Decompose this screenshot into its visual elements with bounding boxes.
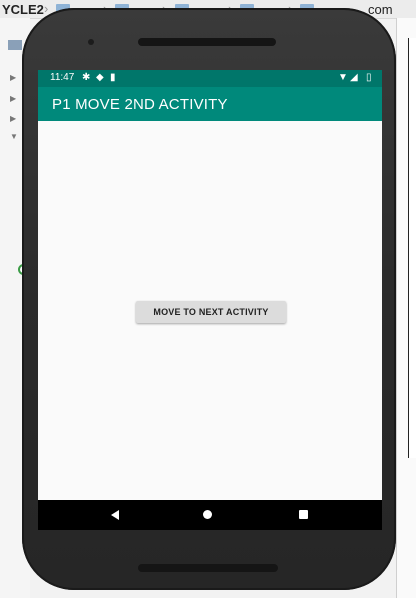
activity-content: MOVE TO NEXT ACTIVITY: [38, 121, 382, 500]
ide-editor-edge: [408, 38, 416, 458]
wifi-icon: ▼: [338, 72, 348, 83]
expand-arrow-icon[interactable]: ▶: [10, 73, 16, 82]
battery-icon: ▯: [366, 72, 372, 83]
home-icon[interactable]: [203, 510, 212, 519]
app-title: P1 MOVE 2ND ACTIVITY: [52, 96, 228, 113]
shield-icon: ◆: [96, 72, 104, 83]
camera-icon: [88, 39, 94, 45]
navigation-bar: [38, 500, 382, 530]
top-speaker: [138, 38, 276, 46]
status-bar: 11:47 ✱ ◆ ▮ ▼ ◢ ▯: [38, 70, 382, 87]
sd-card-icon: ▮: [110, 72, 116, 83]
collapse-arrow-icon[interactable]: ▼: [10, 132, 18, 141]
breadcrumb-project[interactable]: YCLE2: [2, 2, 44, 17]
recents-icon[interactable]: [299, 510, 308, 519]
folder-icon[interactable]: [8, 40, 22, 50]
move-to-next-activity-button[interactable]: MOVE TO NEXT ACTIVITY: [136, 301, 286, 323]
bottom-speaker: [138, 564, 278, 572]
settings-icon: ✱: [82, 72, 91, 83]
breadcrumb-com[interactable]: com: [368, 2, 393, 17]
app-bar: P1 MOVE 2ND ACTIVITY: [38, 87, 382, 121]
expand-arrow-icon[interactable]: ▶: [10, 94, 16, 103]
expand-arrow-icon[interactable]: ▶: [10, 114, 16, 123]
back-icon[interactable]: [111, 510, 119, 520]
signal-icon: ◢: [350, 72, 358, 83]
status-time: 11:47: [50, 72, 75, 83]
